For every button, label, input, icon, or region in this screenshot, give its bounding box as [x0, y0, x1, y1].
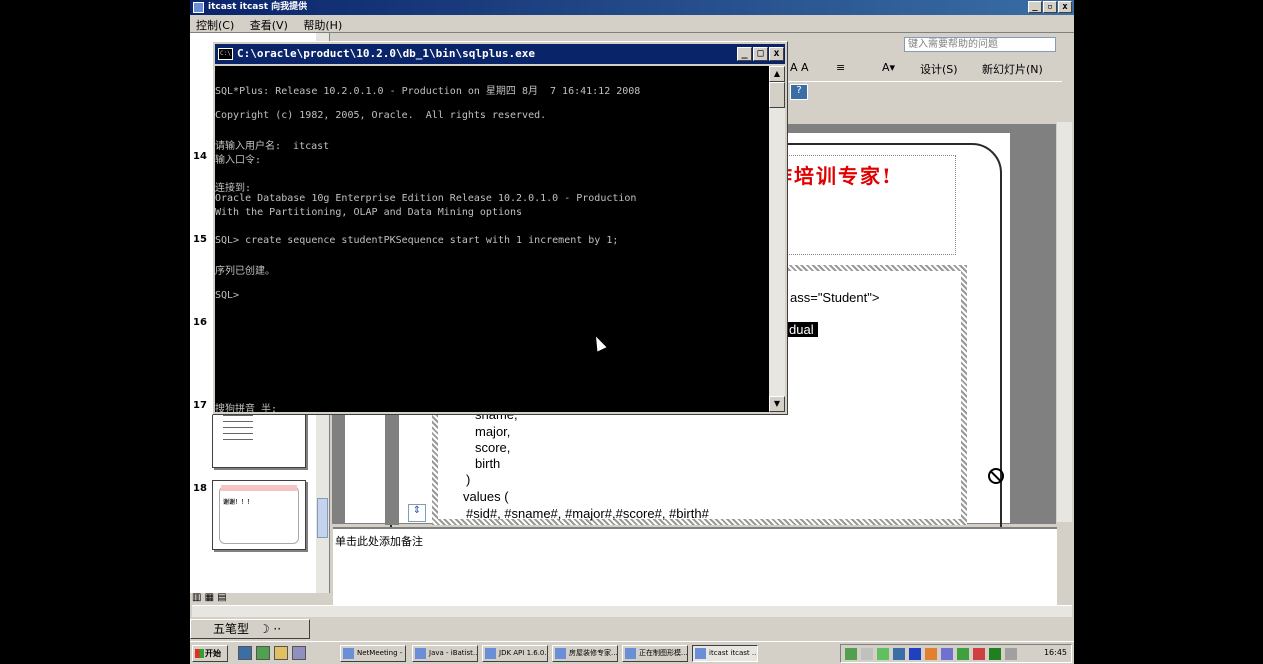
- tray-icon[interactable]: [941, 648, 953, 660]
- view-buttons[interactable]: ▥ ▦ ▤: [192, 592, 232, 605]
- app-title-bar: itcast itcast 向我提供 _ ▫ x: [190, 0, 1074, 15]
- slide-number: 18: [193, 483, 207, 494]
- moon-icon[interactable]: ☽ ··: [253, 622, 281, 636]
- tray-icon[interactable]: [861, 648, 873, 660]
- clock: 16:45: [1043, 648, 1067, 657]
- code-values: values (: [463, 489, 509, 504]
- quicklaunch-icon[interactable]: [292, 646, 306, 660]
- sqlplus-title: C:\oracle\product\10.2.0\db_1\bin\sqlplu…: [237, 47, 536, 60]
- scroll-thumb[interactable]: [317, 498, 328, 538]
- slide-thumbnail-18[interactable]: 谢谢！！！: [212, 480, 306, 550]
- sqlplus-maximize-button[interactable]: □: [753, 47, 768, 61]
- quicklaunch-icon[interactable]: [256, 646, 270, 660]
- indent-icon[interactable]: ≡: [836, 61, 845, 74]
- tray-icon[interactable]: [893, 648, 905, 660]
- sqlplus-console[interactable]: SQL*Plus: Release 10.2.0.1.0 - Productio…: [215, 66, 769, 412]
- ime-toolbar[interactable]: 五笔型 ☽ ··: [190, 619, 310, 639]
- task-netmeeting[interactable]: NetMeeting - ...: [340, 645, 406, 662]
- console-ime-status: 搜狗拼音 半:: [215, 404, 278, 412]
- font-size-icon[interactable]: A A: [790, 61, 809, 74]
- tray-icon[interactable]: [925, 648, 937, 660]
- console-line: Copyright (c) 1982, 2005, Oracle. All ri…: [215, 110, 547, 121]
- task-renovation[interactable]: 房屋装修专家...: [552, 645, 618, 662]
- console-line: SQL> create sequence studentPKSequence s…: [215, 235, 619, 246]
- console-line: 序列已创建。: [215, 266, 275, 277]
- task-java[interactable]: Java - iBatist...: [412, 645, 478, 662]
- menu-control[interactable]: 控制(C): [190, 15, 240, 35]
- sqlplus-scrollbar[interactable]: ▲ ▼: [769, 66, 785, 412]
- design-button[interactable]: 设计(S): [920, 61, 958, 77]
- code-params: #sid#, #sname#, #major#,#score#, #birth#: [466, 506, 709, 521]
- tray-icon[interactable]: [877, 648, 889, 660]
- menu-bar: 控制(C) 查看(V) 帮助(H): [190, 15, 1074, 33]
- task-jdk-api[interactable]: JDK API 1.6.0...: [482, 645, 548, 662]
- standard-toolbar: ?: [786, 81, 1062, 103]
- console-line: 输入口令:: [215, 155, 262, 166]
- slide-number: 17: [193, 400, 207, 411]
- autofit-icon[interactable]: ⇕: [408, 504, 426, 522]
- thumb-thanks-text: 谢谢！！！: [223, 499, 254, 506]
- cmd-icon: C:\: [218, 48, 233, 60]
- code-paren: ): [466, 472, 471, 487]
- volume-icon[interactable]: [1005, 648, 1017, 660]
- language-icon[interactable]: [909, 648, 921, 660]
- scroll-thumb[interactable]: [769, 82, 785, 108]
- tray-icon[interactable]: [989, 648, 1001, 660]
- slide-number: 14: [193, 151, 207, 162]
- slide-number: 16: [193, 317, 207, 328]
- app-title: itcast itcast 向我提供: [208, 2, 308, 12]
- taskbar: 开始 NetMeeting - ... Java - iBatist... JD…: [190, 641, 1074, 664]
- code-class-attr: ass="Student">: [790, 290, 880, 305]
- notes-pane[interactable]: 单击此处添加备注: [333, 527, 1057, 605]
- scroll-up-icon[interactable]: ▲: [769, 66, 785, 82]
- slide-number: 15: [193, 234, 207, 245]
- menu-view[interactable]: 查看(V): [244, 15, 294, 35]
- notes-placeholder: 单击此处添加备注: [335, 535, 423, 548]
- font-color-icon[interactable]: A▾: [882, 61, 895, 74]
- slide-title: 作培训专家!: [772, 164, 893, 188]
- sqlplus-title-bar[interactable]: C:\ C:\oracle\product\10.2.0\db_1\bin\sq…: [215, 44, 785, 64]
- ime-label: 五笔型: [213, 622, 250, 636]
- tray-icon[interactable]: [957, 648, 969, 660]
- app-icon: [193, 2, 204, 13]
- console-line: Oracle Database 10g Enterprise Edition R…: [215, 193, 637, 204]
- console-line: 请输入用户名: itcast: [215, 141, 330, 152]
- restore-button[interactable]: ▫: [1043, 1, 1057, 13]
- tray-icon[interactable]: [845, 648, 857, 660]
- slide-gutter: [385, 400, 399, 525]
- sqlplus-minimize-button[interactable]: _: [737, 47, 752, 61]
- task-itcast[interactable]: itcast itcast ...: [692, 645, 758, 662]
- start-button[interactable]: 开始: [192, 645, 228, 662]
- slide-vertical-scrollbar[interactable]: [1057, 122, 1072, 522]
- help-search-input[interactable]: 键入需要帮助的问题: [904, 37, 1056, 52]
- windows-logo-icon: [195, 649, 204, 658]
- console-line: SQL>: [215, 290, 240, 301]
- code-major: major,: [475, 424, 511, 439]
- desktop-icon[interactable]: [274, 646, 288, 660]
- horizontal-scrollbar[interactable]: [192, 605, 1072, 617]
- sqlplus-window: C:\ C:\oracle\product\10.2.0\db_1\bin\sq…: [212, 41, 788, 415]
- tray-icon[interactable]: [973, 648, 985, 660]
- new-slide-button[interactable]: 新幻灯片(N): [982, 61, 1043, 77]
- console-line: SQL*Plus: Release 10.2.0.1.0 - Productio…: [215, 86, 641, 97]
- code-birth: birth: [475, 456, 501, 471]
- minimize-button[interactable]: _: [1028, 1, 1042, 13]
- sqlplus-close-button[interactable]: x: [769, 47, 784, 61]
- close-button[interactable]: x: [1058, 1, 1072, 13]
- code-dual-highlight: dual: [785, 322, 818, 337]
- scroll-down-icon[interactable]: ▼: [769, 396, 785, 412]
- no-entry-icon: [988, 468, 1004, 484]
- ie-icon[interactable]: [238, 646, 252, 660]
- format-toolbar: A A ≡ A▾ 设计(S) 新幻灯片(N): [786, 58, 1062, 78]
- task-drawing[interactable]: 正在制图形模...: [622, 645, 688, 662]
- code-score: score,: [475, 440, 511, 455]
- menu-help[interactable]: 帮助(H): [297, 15, 348, 35]
- help-icon[interactable]: ?: [790, 84, 808, 100]
- console-line: 连接到:: [215, 183, 252, 194]
- console-line: With the Partitioning, OLAP and Data Min…: [215, 207, 523, 218]
- start-label: 开始: [205, 649, 221, 658]
- system-tray: 16:45: [840, 644, 1072, 663]
